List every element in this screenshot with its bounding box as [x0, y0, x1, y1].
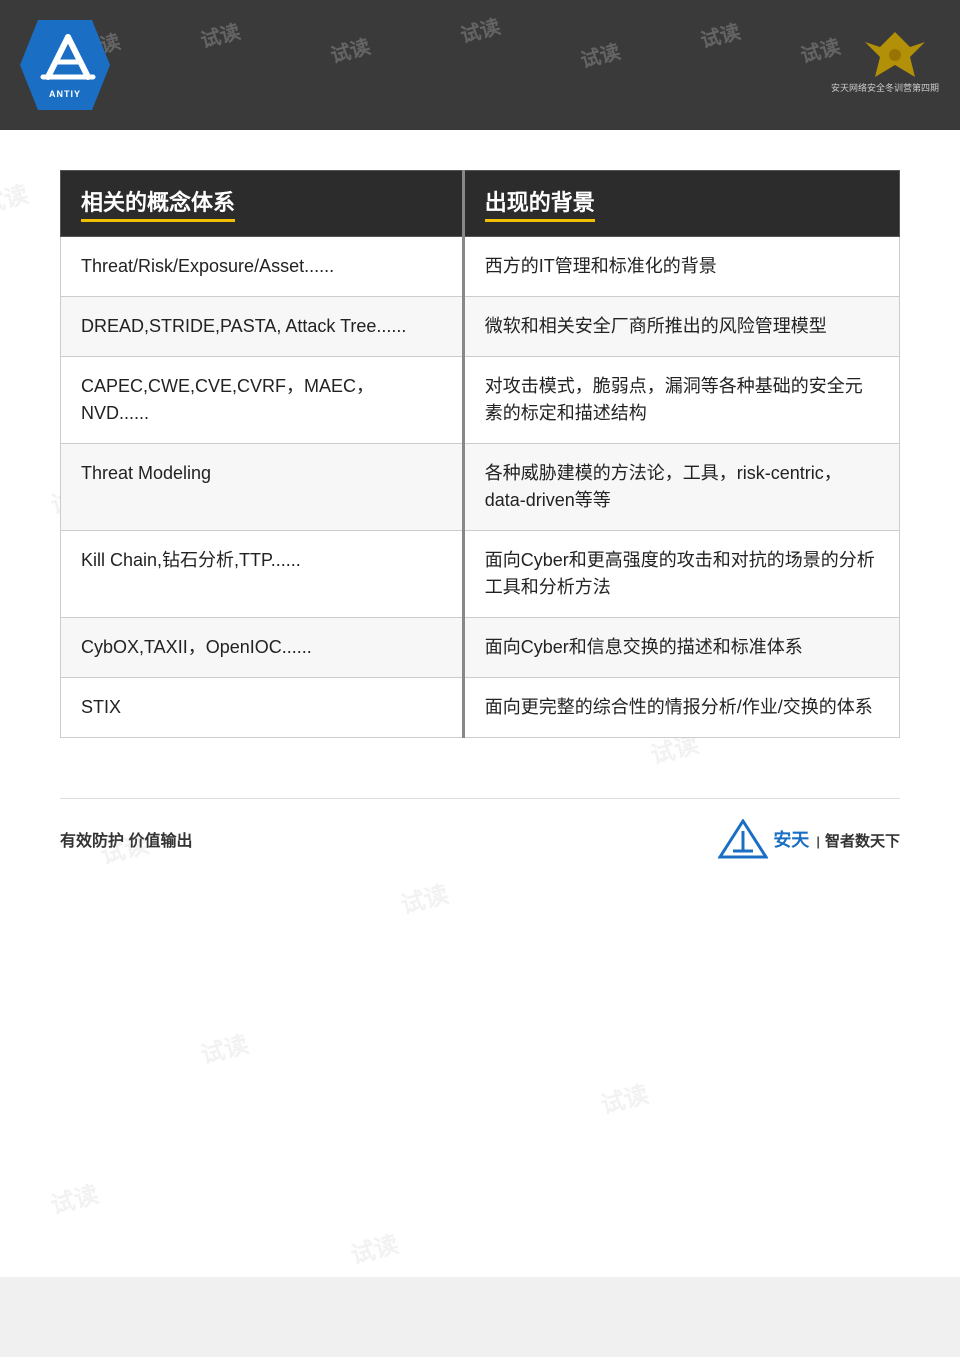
right-logo-icon: [855, 27, 915, 77]
table-cell-concept: Threat/Risk/Exposure/Asset......: [61, 237, 464, 297]
footer-logo-icon: [718, 819, 768, 859]
logo: ANTIY: [20, 20, 110, 110]
header-right-logo: 安天网络安全冬训营第四期: [830, 15, 940, 105]
col1-header: 相关的概念体系: [61, 171, 464, 237]
footer: 有效防护 价值输出 安天 | 智者数天下: [60, 798, 900, 878]
wm-4: 试读: [457, 10, 503, 48]
table-cell-concept: CAPEC,CWE,CVE,CVRF，MAEC，NVD......: [61, 357, 464, 444]
footer-tagline: 有效防护 价值输出: [60, 827, 192, 851]
footer-logo: 安天 | 智者数天下: [718, 819, 900, 859]
header: 试读 试读 试读 试读 试读 试读 试读 ANTIY 安: [0, 0, 960, 130]
table-row: DREAD,STRIDE,PASTA, Attack Tree......微软和…: [61, 297, 900, 357]
logo-text: ANTIY: [49, 89, 81, 99]
wm-5: 试读: [577, 35, 623, 73]
table-cell-background: 西方的IT管理和标准化的背景: [463, 237, 899, 297]
table-cell-concept: CybOX,TAXII，OpenIOC......: [61, 618, 464, 678]
wm-2: 试读: [197, 15, 243, 53]
footer-logo-separator: |: [816, 834, 820, 849]
table-cell-background: 各种威胁建模的方法论，工具，risk-centric，data-driven等等: [463, 444, 899, 531]
table-row: Threat Modeling各种威胁建模的方法论，工具，risk-centri…: [61, 444, 900, 531]
concept-table: 相关的概念体系 出现的背景 Threat/Risk/Exposure/Asset…: [60, 170, 900, 738]
wm-3: 试读: [327, 30, 373, 68]
table-cell-background: 对攻击模式，脆弱点，漏洞等各种基础的安全元素的标定和描述结构: [463, 357, 899, 444]
table-cell-concept: Kill Chain,钻石分析,TTP......: [61, 531, 464, 618]
table-row: Kill Chain,钻石分析,TTP......面向Cyber和更高强度的攻击…: [61, 531, 900, 618]
wm-6: 试读: [697, 15, 743, 53]
table-cell-concept: Threat Modeling: [61, 444, 464, 531]
table-row: CAPEC,CWE,CVE,CVRF，MAEC，NVD......对攻击模式，脆…: [61, 357, 900, 444]
table-row: STIX面向更完整的综合性的情报分析/作业/交换的体系: [61, 678, 900, 738]
right-logo-subtext: 安天网络安全冬训营第四期: [831, 81, 939, 94]
table-cell-background: 面向更完整的综合性的情报分析/作业/交换的体系: [463, 678, 899, 738]
logo-stripes: [38, 32, 93, 87]
table-cell-concept: DREAD,STRIDE,PASTA, Attack Tree......: [61, 297, 464, 357]
col2-header: 出现的背景: [463, 171, 899, 237]
table-cell-concept: STIX: [61, 678, 464, 738]
table-row: CybOX,TAXII，OpenIOC......面向Cyber和信息交换的描述…: [61, 618, 900, 678]
table-row: Threat/Risk/Exposure/Asset......西方的IT管理和…: [61, 237, 900, 297]
table-cell-background: 面向Cyber和更高强度的攻击和对抗的场景的分析工具和分析方法: [463, 531, 899, 618]
table-cell-background: 面向Cyber和信息交换的描述和标准体系: [463, 618, 899, 678]
concept-table-wrapper: 相关的概念体系 出现的背景 Threat/Risk/Exposure/Asset…: [60, 170, 900, 738]
table-cell-background: 微软和相关安全厂商所推出的风险管理模型: [463, 297, 899, 357]
header-watermarks: 试读 试读 试读 试读 试读 试读 试读: [0, 0, 960, 130]
main-content: 试读 试读 试读 试读 试读 试读 试读 试读 试读 试读 试读 试读 试读 试…: [0, 130, 960, 1277]
footer-logo-text: 安天 | 智者数天下: [773, 826, 900, 852]
